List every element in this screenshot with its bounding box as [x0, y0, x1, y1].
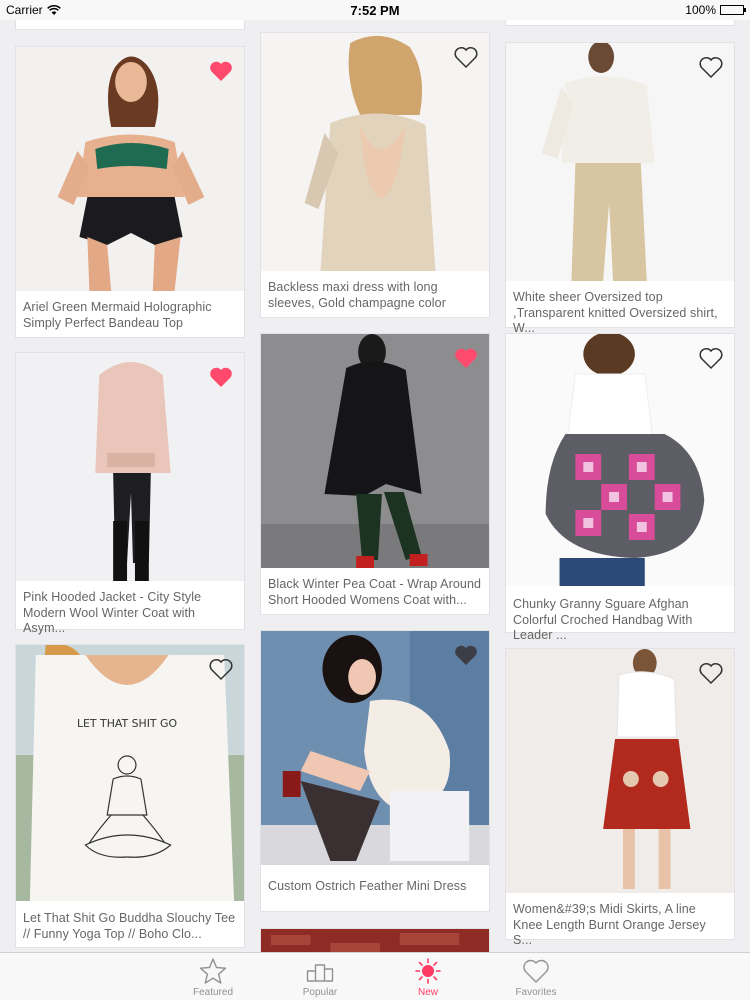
battery-indicator: 100%	[685, 3, 746, 17]
product-title: Chunky Granny Sguare Afghan Colorful Cro…	[513, 597, 693, 642]
product-title: Pink Hooded Jacket - City Style Modern W…	[23, 590, 202, 635]
product-title: Black Winter Pea Coat - Wrap Around Shor…	[268, 577, 482, 607]
star-icon	[199, 958, 227, 984]
product-photo[interactable]	[506, 334, 734, 586]
product-card[interactable]: Custom Ostrich Feather Mini Dress	[260, 630, 490, 912]
product-photo[interactable]: LET THAT SHIT GO	[16, 645, 244, 901]
battery-icon	[720, 5, 746, 15]
tab-label: Favorites	[515, 987, 557, 998]
product-card[interactable]: Women&#39;s Midi Skirts, A line Knee Len…	[505, 648, 735, 947]
product-card-partial[interactable]	[15, 20, 245, 30]
podium-icon	[306, 964, 334, 982]
tab-new[interactable]: New	[393, 957, 463, 998]
sun-icon	[415, 958, 441, 984]
clock: 7:52 PM	[350, 3, 400, 18]
favorite-heart-icon[interactable]	[453, 643, 479, 667]
product-card[interactable]: LET THAT SHIT GO Let That Shit Go Buddha…	[15, 644, 245, 948]
product-title: White sheer Oversized top ,Transparent k…	[513, 290, 718, 335]
tab-featured[interactable]: Featured	[178, 957, 248, 998]
favorite-heart-icon[interactable]	[698, 55, 724, 79]
product-title: Backless maxi dress with long sleeves, G…	[268, 280, 446, 310]
tab-label: Popular	[302, 987, 338, 998]
favorite-heart-icon[interactable]	[208, 657, 234, 681]
tab-label: Featured	[192, 987, 234, 998]
tab-bar: Featured Popular New Favorites	[0, 952, 750, 1000]
favorite-heart-icon[interactable]	[698, 346, 724, 370]
favorite-heart-icon[interactable]	[208, 59, 234, 83]
tab-favorites[interactable]: Favorites	[501, 957, 571, 998]
favorite-heart-icon[interactable]	[208, 365, 234, 389]
product-feed[interactable]: Ariel Green Mermaid Holographic Simply P…	[0, 20, 750, 952]
product-photo[interactable]	[16, 47, 244, 291]
product-card[interactable]: White sheer Oversized top ,Transparent k…	[505, 42, 735, 335]
product-title: Women&#39;s Midi Skirts, A line Knee Len…	[513, 902, 706, 947]
battery-percent: 100%	[685, 3, 716, 17]
product-card-partial[interactable]	[505, 20, 735, 26]
product-card[interactable]: Ariel Green Mermaid Holographic Simply P…	[15, 46, 245, 338]
product-photo[interactable]	[506, 649, 734, 893]
favorite-heart-icon[interactable]	[698, 661, 724, 685]
product-title: Ariel Green Mermaid Holographic Simply P…	[23, 300, 212, 330]
product-card[interactable]: Chunky Granny Sguare Afghan Colorful Cro…	[505, 333, 735, 642]
shirt-print-text: LET THAT SHIT GO	[77, 717, 177, 730]
tab-label: New	[417, 987, 438, 998]
product-photo[interactable]	[261, 929, 489, 952]
product-title: Custom Ostrich Feather Mini Dress	[268, 879, 467, 893]
product-card[interactable]: Backless maxi dress with long sleeves, G…	[260, 32, 490, 318]
product-card-partial[interactable]	[260, 928, 490, 952]
product-title: Let That Shit Go Buddha Slouchy Tee // F…	[23, 911, 236, 941]
product-card[interactable]: Pink Hooded Jacket - City Style Modern W…	[15, 352, 245, 635]
product-card[interactable]: Black Winter Pea Coat - Wrap Around Shor…	[260, 333, 490, 615]
favorite-heart-icon[interactable]	[453, 346, 479, 370]
tab-popular[interactable]: Popular	[285, 957, 355, 998]
favorite-heart-icon[interactable]	[453, 45, 479, 69]
heart-icon	[523, 959, 549, 983]
status-bar: Carrier 7:52 PM 100%	[0, 0, 750, 20]
